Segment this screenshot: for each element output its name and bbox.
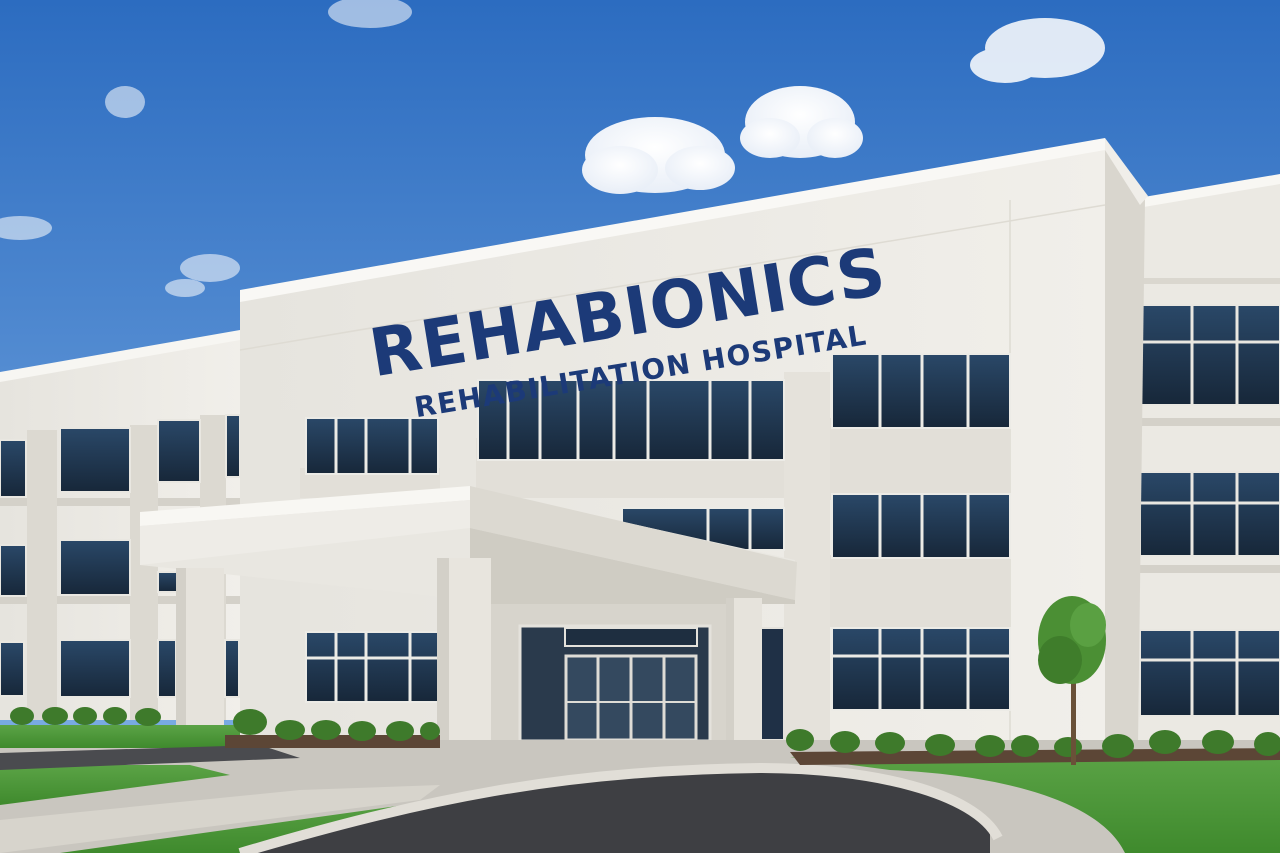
hospital-photo: REHABIONICS REHABILITATION HOSPITAL xyxy=(0,0,1280,853)
hospital-scene: REHABIONICS REHABILITATION HOSPITAL xyxy=(0,0,1280,853)
right-wing-windows xyxy=(1139,304,1280,717)
grounds xyxy=(0,725,1280,853)
